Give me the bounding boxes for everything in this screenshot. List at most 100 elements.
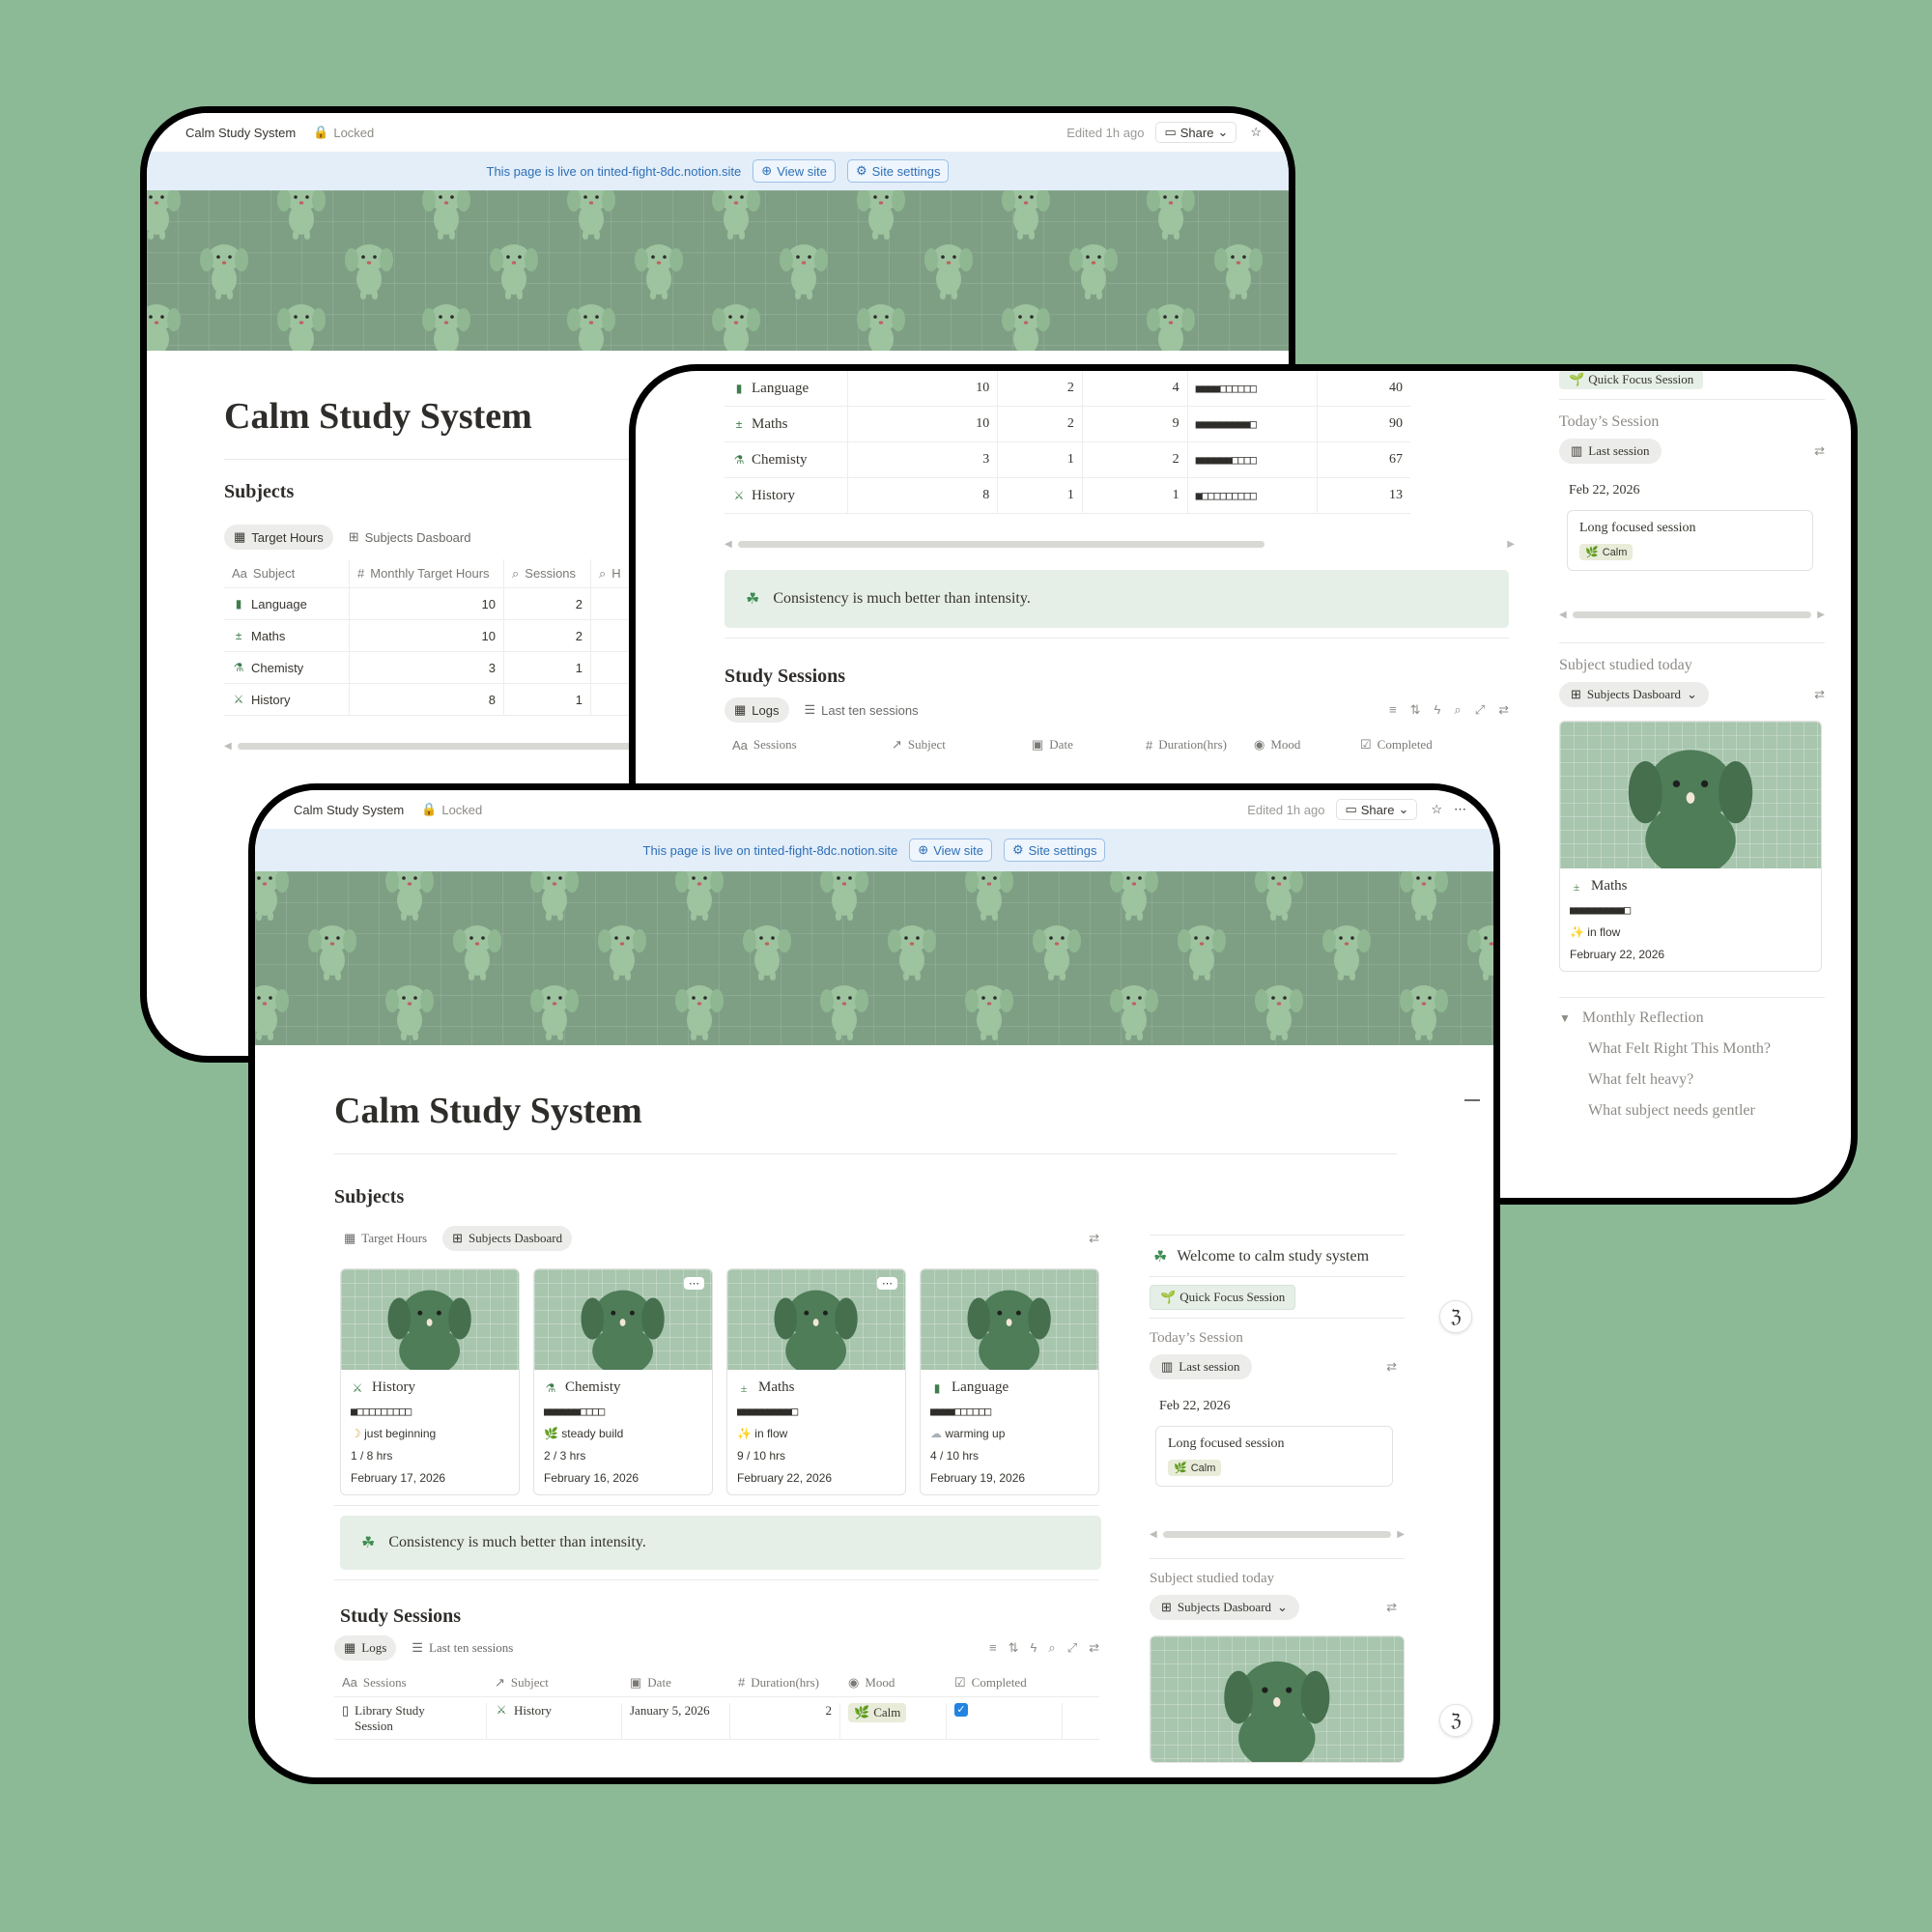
expand-icon[interactable]: ⤢ <box>1475 702 1485 718</box>
horizontal-scrollbar[interactable]: ◀ ▶ <box>724 539 1515 550</box>
share-button[interactable]: ▭ Share ⌄ <box>1336 799 1418 820</box>
filter-icon[interactable]: ≡ <box>989 1640 997 1656</box>
column-completed[interactable]: ☑ Completed <box>947 1668 1063 1696</box>
view-site-button[interactable]: ⊕ View site <box>909 838 992 862</box>
column-subject[interactable]: Aa Subject <box>224 559 350 587</box>
table-row[interactable]: ⚗ Chemisty 3 1 <box>224 652 649 684</box>
table-row[interactable]: ± Maths 10 2 <box>224 620 649 652</box>
session-card[interactable]: Long focused session 🌿 Calm <box>1567 510 1813 571</box>
breadcrumb[interactable]: Calm Study System <box>294 803 404 817</box>
column-duration[interactable]: # Duration(hrs) <box>1138 730 1246 759</box>
card-title: ⚗ Chemisty <box>544 1379 702 1396</box>
settings-icon[interactable]: ⇄ <box>1386 1359 1397 1375</box>
search-icon[interactable]: ⌕ <box>1048 1640 1055 1656</box>
tab-logs[interactable]: ▦ Logs <box>334 1635 397 1661</box>
sort-icon[interactable]: ⇅ <box>1009 1640 1019 1656</box>
tab-last-ten-sessions[interactable]: ☰ Last ten sessions <box>402 1635 523 1661</box>
hours-cell: 2 <box>1083 442 1188 477</box>
subjects-dashboard-view[interactable]: ⊞ Subjects Dasboard ⌄ <box>1559 682 1709 707</box>
reflection-item[interactable]: What subject needs gentler <box>1588 1102 1825 1120</box>
share-button[interactable]: ▭ Share ⌄ <box>1155 122 1237 143</box>
column-sessions[interactable]: Aa Sessions <box>334 1668 487 1696</box>
search-icon[interactable]: ⌕ <box>1454 702 1461 718</box>
table-row[interactable]: ▮ Language 10 2 4 ■■■■□□□□□□ 40 <box>724 371 1410 407</box>
column-sessions[interactable]: Aa Sessions <box>724 730 884 759</box>
more-icon[interactable]: ⋯ <box>684 1277 704 1290</box>
tab-target-hours[interactable]: ▦ Target Hours <box>224 525 333 550</box>
session-card[interactable]: Long focused session 🌿 Calm <box>1155 1426 1393 1487</box>
table-row[interactable]: ▯ Library Study Session ⚔ History January … <box>334 1697 1099 1740</box>
reflection-item[interactable]: What felt heavy? <box>1588 1071 1825 1089</box>
automation-icon[interactable]: ϟ <box>1435 702 1441 718</box>
subject-card[interactable]: ⚔ History ■□□□□□□□□□ ☽ just beginning 1 /… <box>340 1268 520 1495</box>
filter-icon[interactable]: ≡ <box>1389 702 1397 718</box>
tab-subjects-dashboard[interactable]: ⊞ Subjects Dasboard <box>442 1226 573 1251</box>
settings-icon[interactable]: ⇄ <box>1498 702 1509 718</box>
breadcrumb[interactable]: Calm Study System <box>185 126 296 140</box>
subject-card[interactable]: ▮ Language ■■■■□□□□□□ ☁ warming up 4 / 10… <box>920 1268 1099 1495</box>
star-icon[interactable]: ☆ <box>1250 125 1262 140</box>
monthly-reflection-toggle[interactable]: ▼ Monthly Reflection <box>1559 1009 1825 1027</box>
reflection-item[interactable]: What Felt Right This Month? <box>1588 1040 1825 1058</box>
locked-indicator[interactable]: 🔒 Locked <box>313 125 374 140</box>
tab-target-hours[interactable]: ▦ Target Hours <box>334 1226 437 1251</box>
tab-subjects-dashboard[interactable]: ⊞ Subjects Dasboard <box>339 525 481 550</box>
column-mood[interactable]: ◉ Mood <box>1246 730 1352 759</box>
settings-icon[interactable]: ⇄ <box>1814 443 1825 459</box>
more-icon[interactable]: ⋯ <box>877 1277 897 1290</box>
column-date[interactable]: ▣ Date <box>622 1668 730 1696</box>
hours-cell: 4 <box>1083 371 1188 406</box>
expand-icon[interactable]: ⤢ <box>1067 1640 1077 1656</box>
tab-last-ten-sessions[interactable]: ☰ Last ten sessions <box>795 697 928 723</box>
puppy-pattern <box>562 190 620 241</box>
table-row[interactable]: ▮ Language 10 2 <box>224 588 649 620</box>
locked-indicator[interactable]: 🔒 Locked <box>421 802 482 817</box>
assistant-button[interactable]: ℨ <box>1439 1704 1472 1737</box>
scroll-track <box>237 742 649 750</box>
settings-icon[interactable]: ⇄ <box>1089 1640 1099 1656</box>
column-target[interactable]: # Monthly Target Hours <box>350 559 504 587</box>
table-row[interactable]: ⚔ History 8 1 1 ■□□□□□□□□□ 13 <box>724 478 1410 514</box>
consistency-callout: ☘ Consistency is much better than intensi… <box>724 570 1509 628</box>
site-settings-button[interactable]: ⚙ Site settings <box>1003 838 1106 862</box>
column-date[interactable]: ▣ Date <box>1024 730 1138 759</box>
today-subject-card[interactable]: ± Maths ■■■■■■■■■□ ✨ in flow February 22,… <box>1559 721 1822 972</box>
last-session-view[interactable]: ▥ Last session <box>1150 1354 1252 1379</box>
more-icon[interactable]: ⋯ <box>1454 802 1466 817</box>
clover-icon: ☘ <box>746 591 760 608</box>
column-mood[interactable]: ◉ Mood <box>840 1668 947 1696</box>
tab-logs[interactable]: ▦ Logs <box>724 697 789 723</box>
settings-icon[interactable]: ⇄ <box>1814 687 1825 702</box>
view-site-button[interactable]: ⊕ View site <box>753 159 836 183</box>
horizontal-scrollbar[interactable]: ◀ <box>224 741 649 752</box>
quick-focus-button[interactable]: 🌱 Quick Focus Session <box>1559 371 1704 389</box>
subject-card[interactable]: ⋯ ± Maths ■■■■■■■■■□ ✨ in flow 9 / 10 hrs… <box>726 1268 906 1495</box>
settings-icon[interactable]: ⇄ <box>1386 1600 1397 1615</box>
scroll-track <box>737 540 1264 548</box>
table-row[interactable]: ⚗ Chemisty 3 1 2 ■■■■■■□□□□ 67 <box>724 442 1410 478</box>
last-session-view[interactable]: ▥ Last session <box>1559 439 1662 464</box>
column-completed[interactable]: ☑ Completed <box>1352 730 1468 759</box>
column-sessions[interactable]: ⌕ Sessions <box>504 559 591 587</box>
table-row[interactable]: ± Maths 10 2 9 ■■■■■■■■■□ 90 <box>724 407 1410 442</box>
column-subject[interactable]: ↗ Subject <box>884 730 1024 759</box>
toc-indicator[interactable] <box>1464 1099 1480 1101</box>
star-icon[interactable]: ☆ <box>1431 802 1442 817</box>
mood-pill[interactable]: 🌿 Calm <box>848 1703 907 1722</box>
subject-card[interactable]: ⋯ ⚗ Chemisty ■■■■■■□□□□ 🌿 steady build 2 … <box>533 1268 713 1495</box>
sort-icon[interactable]: ⇅ <box>1410 702 1421 718</box>
automation-icon[interactable]: ϟ <box>1031 1640 1037 1656</box>
subjects-dashboard-view[interactable]: ⊞ Subjects Dasboard ⌄ <box>1150 1595 1299 1620</box>
today-subject-card[interactable] <box>1150 1635 1405 1763</box>
table-row[interactable]: ⚔ History 8 1 <box>224 684 649 716</box>
quick-focus-button[interactable]: 🌱 Quick Focus Session <box>1150 1285 1296 1310</box>
assistant-button[interactable]: ℨ <box>1439 1300 1472 1333</box>
column-duration[interactable]: # Duration(hrs) <box>730 1668 840 1696</box>
duration-cell: 2 <box>730 1703 840 1739</box>
site-settings-button[interactable]: ⚙ Site settings <box>846 159 950 183</box>
settings-icon[interactable]: ⇄ <box>1089 1231 1099 1246</box>
completed-checkbox[interactable]: ✓ <box>954 1703 968 1717</box>
horizontal-scrollbar[interactable]: ◀ ▶ <box>1150 1529 1405 1540</box>
horizontal-scrollbar[interactable]: ◀ ▶ <box>1559 610 1825 620</box>
column-subject[interactable]: ↗ Subject <box>487 1668 622 1696</box>
